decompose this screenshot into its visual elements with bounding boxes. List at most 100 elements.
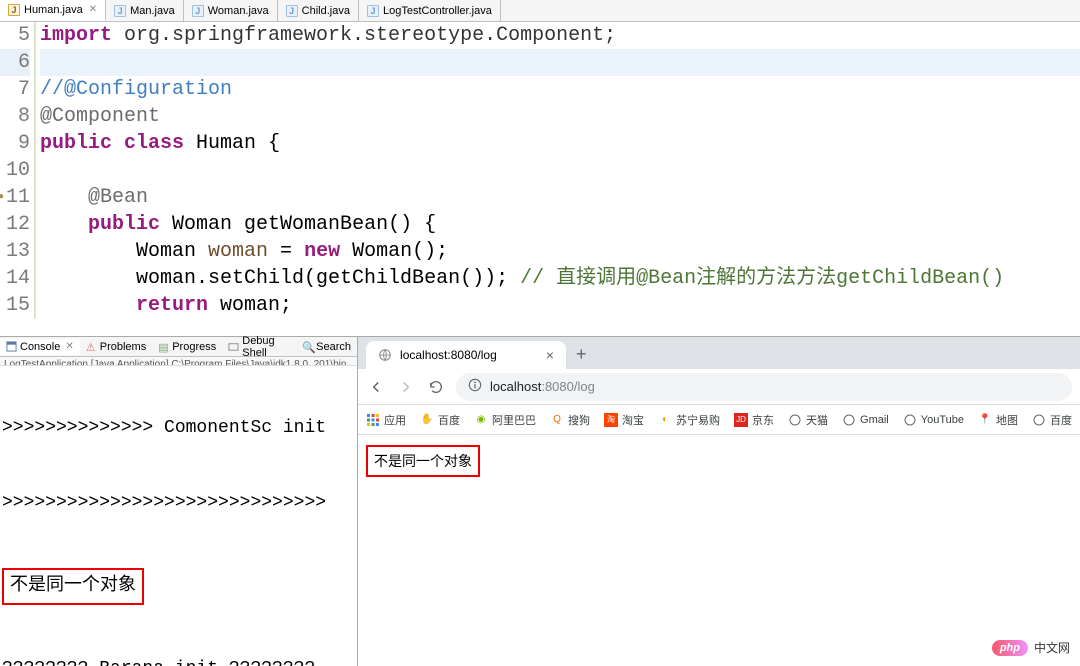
- bookmark-label: 阿里巴巴: [492, 412, 536, 428]
- bookmark-baidu2[interactable]: 百度: [1032, 412, 1072, 428]
- tab-man-java[interactable]: J Man.java: [106, 0, 184, 21]
- browser-toolbar: localhost:8080/log: [358, 369, 1080, 405]
- watermark: php 中文网: [992, 639, 1070, 656]
- code-editor[interactable]: 5 6 7 8 9 10 ●11 12 13 14 15 import org.…: [0, 22, 1080, 319]
- tab-woman-java[interactable]: J Woman.java: [184, 0, 278, 21]
- console-process-info: LogTestApplication [Java Application] C:…: [0, 357, 357, 366]
- debug-icon: [228, 341, 239, 352]
- bookmark-label: 地图: [996, 412, 1018, 428]
- bookmark-label: YouTube: [921, 414, 964, 426]
- tab-human-java[interactable]: J Human.java ✕: [0, 0, 106, 21]
- tab-label: Console: [20, 341, 60, 353]
- search-icon: 🔍: [302, 341, 313, 352]
- apps-icon: [366, 413, 380, 427]
- favicon-icon: ◉: [474, 413, 488, 427]
- bookmark-label: 百度: [1050, 412, 1072, 428]
- bookmark-label: 淘宝: [622, 412, 644, 428]
- java-icon: J: [114, 5, 126, 17]
- console-tabs: Console ✕ ⚠ Problems ▤ Progress Debug Sh…: [0, 337, 357, 357]
- tab-label: Woman.java: [208, 5, 269, 17]
- reload-button[interactable]: [426, 377, 446, 397]
- tab-label: Child.java: [302, 5, 350, 17]
- bookmark-youtube[interactable]: YouTube: [903, 413, 964, 427]
- favicon-icon: Q: [550, 413, 564, 427]
- tab-label: LogTestController.java: [383, 5, 492, 17]
- bookmarks-bar: 应用 ✋百度 ◉阿里巴巴 Q搜狗 淘淘宝 ◐苏宁易购 JD京东 天猫 Gmail…: [358, 405, 1080, 435]
- editor-tabs: J Human.java ✕ J Man.java J Woman.java J…: [0, 0, 1080, 22]
- bookmark-gmail[interactable]: Gmail: [842, 413, 889, 427]
- addr-path: :8080/log: [541, 379, 595, 394]
- favicon-icon: 📍: [978, 413, 992, 427]
- bookmark-label: 京东: [752, 412, 774, 428]
- highlighted-output: 不是同一个对象: [2, 568, 144, 605]
- globe-icon: [903, 413, 917, 427]
- browser-content: 不是同一个对象: [358, 435, 1080, 487]
- bookmark-jd[interactable]: JD 京东: [734, 412, 774, 428]
- favicon-icon: JD: [734, 413, 748, 427]
- console-tab[interactable]: Console ✕: [0, 339, 80, 355]
- tab-label: Human.java: [24, 4, 83, 16]
- favicon-icon: ✋: [420, 413, 434, 427]
- line-number-gutter: 5 6 7 8 9 10 ●11 12 13 14 15: [0, 22, 36, 319]
- override-marker-icon: ●: [0, 184, 4, 211]
- tab-label: Man.java: [130, 5, 175, 17]
- tab-label: Search: [316, 341, 351, 353]
- bookmark-label: 苏宁易购: [676, 412, 720, 428]
- problems-tab[interactable]: ⚠ Problems: [80, 339, 152, 355]
- browser-tabstrip: localhost:8080/log × +: [358, 337, 1080, 369]
- console-output[interactable]: >>>>>>>>>>>>>> ComonentSc init >>>>>>>>>…: [0, 366, 357, 666]
- tab-logtestcontroller-java[interactable]: J LogTestController.java: [359, 0, 501, 21]
- bookmark-taobao[interactable]: 淘淘宝: [604, 412, 644, 428]
- console-panel: Console ✕ ⚠ Problems ▤ Progress Debug Sh…: [0, 337, 358, 666]
- address-bar[interactable]: localhost:8080/log: [456, 373, 1072, 401]
- console-line: ???????? Barana init ????????: [2, 657, 355, 666]
- bookmark-label: 应用: [384, 412, 406, 428]
- favicon-icon: 淘: [604, 413, 618, 427]
- globe-icon: [788, 413, 802, 427]
- watermark-text: 中文网: [1034, 639, 1070, 656]
- java-icon: J: [286, 5, 298, 17]
- addr-host: localhost: [490, 379, 541, 394]
- bookmark-label: 搜狗: [568, 412, 590, 428]
- close-icon[interactable]: ×: [546, 347, 554, 363]
- browser-tab[interactable]: localhost:8080/log ×: [366, 341, 566, 369]
- progress-icon: ▤: [158, 341, 169, 352]
- bookmark-label: Gmail: [860, 414, 889, 426]
- java-icon: J: [192, 5, 204, 17]
- tab-label: Problems: [100, 341, 146, 353]
- problems-icon: ⚠: [86, 341, 97, 352]
- search-tab[interactable]: 🔍 Search: [296, 339, 357, 355]
- browser-tab-title: localhost:8080/log: [400, 348, 538, 362]
- bookmark-baidu[interactable]: ✋百度: [420, 412, 460, 428]
- bookmark-suning[interactable]: ◐ 苏宁易购: [658, 412, 720, 428]
- bookmark-sogou[interactable]: Q 搜狗: [550, 412, 590, 428]
- back-button[interactable]: [366, 377, 386, 397]
- console-line: >>>>>>>>>>>>>> ComonentSc init: [2, 416, 355, 441]
- bookmark-label: 天猫: [806, 412, 828, 428]
- console-icon: [6, 341, 17, 352]
- java-icon: J: [367, 5, 379, 17]
- code-content[interactable]: import org.springframework.stereotype.Co…: [36, 22, 1080, 319]
- globe-icon: [842, 413, 856, 427]
- tab-child-java[interactable]: J Child.java: [278, 0, 359, 21]
- highlighted-response: 不是同一个对象: [366, 445, 480, 477]
- bookmark-tmall[interactable]: 天猫: [788, 412, 828, 428]
- forward-button[interactable]: [396, 377, 416, 397]
- new-tab-button[interactable]: +: [566, 340, 597, 369]
- bookmark-maps[interactable]: 📍 地图: [978, 412, 1018, 428]
- globe-icon: [378, 348, 392, 362]
- bookmark-apps[interactable]: 应用: [366, 412, 406, 428]
- favicon-icon: ◐: [658, 413, 672, 427]
- tab-label: Progress: [172, 341, 216, 353]
- browser-panel: localhost:8080/log × + localhost:8080/lo…: [358, 337, 1080, 666]
- info-icon[interactable]: [468, 378, 482, 395]
- bookmark-alibaba[interactable]: ◉ 阿里巴巴: [474, 412, 536, 428]
- php-badge-icon: php: [992, 640, 1028, 656]
- console-line: >>>>>>>>>>>>>>>>>>>>>>>>>>>>>>: [2, 491, 355, 516]
- java-icon: J: [8, 4, 20, 16]
- tab-label: Debug Shell: [242, 335, 290, 359]
- close-icon[interactable]: ✕: [89, 4, 97, 15]
- globe-icon: [1032, 413, 1046, 427]
- close-icon[interactable]: ✕: [65, 341, 73, 352]
- progress-tab[interactable]: ▤ Progress: [152, 339, 222, 355]
